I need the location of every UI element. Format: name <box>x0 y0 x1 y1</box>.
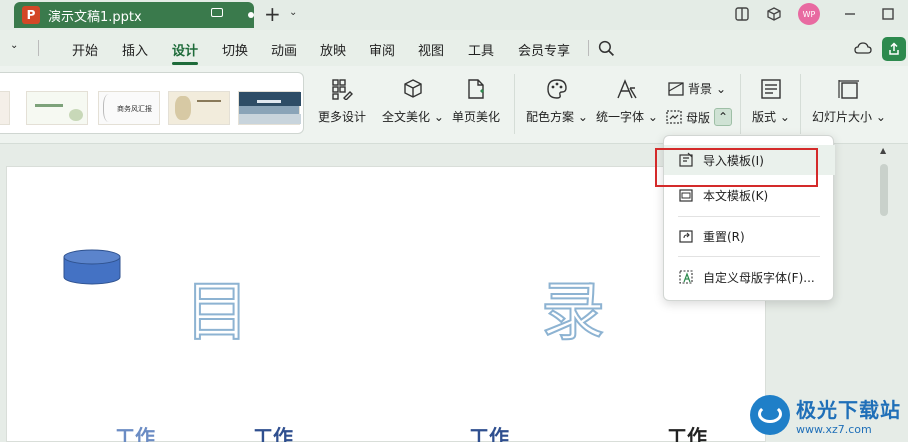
avatar[interactable]: WP <box>798 3 820 25</box>
tab-membership[interactable]: 会员专享 <box>518 40 570 59</box>
highlight-annotation-box <box>655 148 818 187</box>
more-design-button[interactable]: 更多设计 <box>318 78 366 125</box>
maximize-icon[interactable] <box>880 6 896 22</box>
menu-collapse-chevron-icon[interactable]: ⌄ <box>10 40 18 51</box>
slide-size-label: 幻灯片大小 ⌄ <box>812 110 886 124</box>
work-label[interactable]: 工作 <box>667 421 707 442</box>
screen-mode-icon[interactable] <box>211 8 223 17</box>
single-beautify-label: 单页美化 <box>452 110 501 124</box>
tab-insert[interactable]: 插入 <box>122 40 148 59</box>
slide[interactable]: 目 录 工作 工作 工作 工作 <box>6 166 766 442</box>
document-name: 演示文稿1.pptx <box>48 9 142 25</box>
full-beautify-label: 全文美化 ⌄ <box>382 110 444 124</box>
menu-item-custom-master-font[interactable]: 自定义母版字体(F)... <box>664 262 835 292</box>
page-beautify-icon <box>468 79 484 99</box>
watermark-logo-icon <box>750 395 790 435</box>
layout-label: 版式 ⌄ <box>752 110 790 124</box>
ribbon-separator <box>514 74 515 134</box>
menu-separator <box>678 216 820 217</box>
master-button[interactable]: 母版 ⌃ <box>666 108 733 126</box>
color-scheme-label: 配色方案 ⌄ <box>526 110 588 124</box>
single-beautify-button[interactable]: 单页美化 <box>452 78 500 125</box>
reading-mode-icon[interactable] <box>734 6 750 22</box>
unsaved-dot-icon <box>248 12 254 18</box>
slide-size-button[interactable]: 幻灯片大小 ⌄ <box>812 78 886 125</box>
tab-tools[interactable]: 工具 <box>468 40 494 59</box>
grid-design-icon <box>332 79 353 100</box>
share-icon <box>889 42 899 55</box>
toc-char-right[interactable]: 录 <box>540 261 606 353</box>
tab-design[interactable]: 设计 <box>172 40 198 59</box>
tab-review[interactable]: 审阅 <box>369 40 395 59</box>
watermark-name: 极光下载站 <box>796 398 901 422</box>
active-tab-indicator <box>172 62 198 65</box>
cylinder-shape[interactable] <box>63 249 121 285</box>
font-icon <box>617 79 637 99</box>
this-template-icon <box>679 189 693 202</box>
more-design-label: 更多设计 <box>318 110 367 124</box>
tab-animations[interactable]: 动画 <box>271 40 297 59</box>
cloud-icon[interactable] <box>854 41 872 55</box>
document-tab[interactable]: P 演示文稿1.pptx <box>14 2 254 28</box>
new-tab-button[interactable]: + <box>264 2 281 26</box>
template-thumbnail-text: 商务风汇报 <box>117 105 152 113</box>
beautify-cube-icon <box>404 79 422 98</box>
work-label[interactable]: 工作 <box>115 421 155 442</box>
layout-icon <box>761 79 781 99</box>
full-beautify-button[interactable]: 全文美化 ⌄ <box>382 78 444 125</box>
menu-separator <box>588 40 589 56</box>
template-thumbnail[interactable] <box>238 91 301 125</box>
ribbon-separator <box>800 74 801 134</box>
scroll-up-arrow-icon[interactable]: ▲ <box>880 146 886 155</box>
vertical-scrollbar[interactable] <box>880 164 888 216</box>
work-label[interactable]: 工作 <box>469 421 509 442</box>
palette-icon <box>547 79 567 99</box>
ribbon: 商务风汇报 更多设计 全文美化 ⌄ 单页美化 配色方案 ⌄ 统一字体 ⌄ 背景 ⌄ <box>0 66 908 144</box>
tab-home[interactable]: 开始 <box>72 40 98 59</box>
tab-slideshow[interactable]: 放映 <box>320 40 346 59</box>
layout-button[interactable]: 版式 ⌄ <box>752 78 790 125</box>
tab-list-chevron-icon[interactable]: ⌄ <box>289 7 297 18</box>
ppt-app-icon: P <box>22 6 40 24</box>
menu-separator <box>38 40 39 56</box>
background-label: 背景 <box>688 82 713 96</box>
work-label[interactable]: 工作 <box>253 421 293 442</box>
unify-font-button[interactable]: 统一字体 ⌄ <box>596 78 658 125</box>
share-button[interactable] <box>882 37 906 61</box>
design-template-gallery: 商务风汇报 <box>0 72 304 134</box>
cube-icon[interactable] <box>766 6 782 22</box>
minimize-icon[interactable] <box>842 6 858 22</box>
background-icon <box>668 81 684 96</box>
master-label: 母版 <box>686 110 711 125</box>
menu-item-reset[interactable]: 重置(R) <box>664 221 835 251</box>
background-button[interactable]: 背景 ⌄ <box>668 80 726 97</box>
color-scheme-button[interactable]: 配色方案 ⌄ <box>526 78 588 125</box>
custom-font-icon <box>679 270 693 284</box>
menu-separator <box>678 256 820 257</box>
master-icon <box>666 110 682 124</box>
title-bar: P 演示文稿1.pptx + ⌄ WP <box>0 0 908 30</box>
watermark-url: www.xz7.com <box>796 423 872 436</box>
master-dropdown-toggle[interactable]: ⌃ <box>714 108 733 126</box>
site-watermark: 极光下载站 www.xz7.com <box>750 388 908 442</box>
template-thumbnail[interactable] <box>168 91 230 125</box>
tab-transitions[interactable]: 切换 <box>222 40 248 59</box>
search-icon[interactable] <box>598 40 615 57</box>
ribbon-separator <box>740 74 741 134</box>
slide-size-icon <box>838 80 859 99</box>
toc-char-left[interactable]: 目 <box>184 261 250 353</box>
reset-icon <box>679 230 693 243</box>
template-thumbnail[interactable] <box>0 91 10 125</box>
unify-font-label: 统一字体 ⌄ <box>596 110 658 124</box>
tab-view[interactable]: 视图 <box>418 40 444 59</box>
template-thumbnail[interactable]: 商务风汇报 <box>98 91 160 125</box>
template-thumbnail[interactable] <box>26 91 88 125</box>
